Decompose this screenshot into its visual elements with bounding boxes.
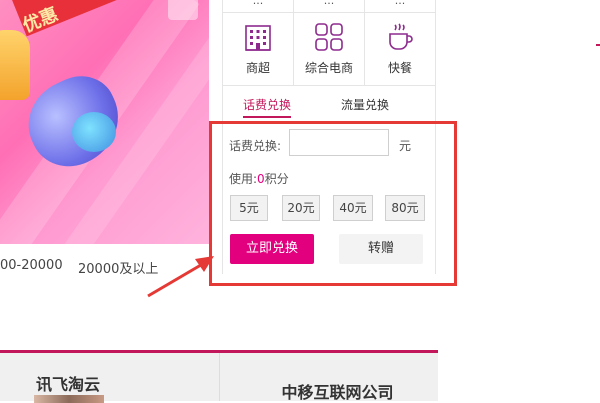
category-cell[interactable]: ... [294,0,365,13]
company-thumbnail [34,395,104,403]
usage-row: 使用:0积分 [229,170,289,187]
unit-label: 元 [399,139,412,153]
exchange-tabs: 话费兑换 流量兑换 [223,92,435,118]
company-name: 讯飞淘云 [36,375,101,394]
category-label: ... [323,0,335,7]
exchange-panel: ... ... ... 商超 综合电商 快餐 话费兑换 流量兑换 话费兑换: 元… [222,0,436,274]
gift-button[interactable]: 转赠 [339,234,423,264]
building-icon [245,25,271,51]
usage-suffix: 积分 [264,172,289,186]
category-label: ... [252,0,264,7]
category-ecommerce[interactable]: 综合电商 [294,13,365,86]
promo-banner[interactable]: 优惠 [0,0,209,244]
banner-corner-control[interactable] [168,0,198,20]
exchange-now-button[interactable]: 立即兑换 [230,234,314,264]
usage-label: 使用: [229,172,258,186]
banner-3d-shape [72,112,116,152]
company-card[interactable]: 中移互联网公司 [219,353,438,402]
tab-data-credit[interactable]: 流量兑换 [341,96,389,113]
category-supermarket[interactable]: 商超 [223,13,294,86]
amount-chip-5[interactable]: 5元 [230,195,268,221]
exchange-form: 话费兑换: 元 使用:0积分 5元 20元 40元 80元 立即兑换 转赠 [223,120,435,274]
amount-chip-80[interactable]: 80元 [385,195,425,221]
recharge-label: 话费兑换: [229,139,282,153]
recharge-amount-input[interactable] [289,129,389,156]
category-label: 商超 [245,61,270,75]
category-fastfood[interactable]: 快餐 [365,13,435,86]
coffee-cup-icon [389,23,413,50]
amount-chip-20[interactable]: 20元 [282,195,320,221]
category-label: 综合电商 [304,61,353,75]
category-row: 商超 综合电商 快餐 [223,13,435,86]
trophy-decoration [0,30,30,100]
edge-accent [596,44,600,46]
amount-chip-40[interactable]: 40元 [333,195,373,221]
category-row-top: ... ... ... [223,0,435,13]
company-card[interactable]: 讯飞淘云 [0,353,220,403]
tab-phone-credit[interactable]: 话费兑换 [243,96,292,118]
category-label: 快餐 [387,61,412,75]
grid-icon [315,23,343,51]
category-cell[interactable]: ... [365,0,435,13]
company-list: 讯飞淘云 中移互联网公司 [0,353,438,403]
usage-points: 0 [257,172,265,186]
category-cell[interactable]: ... [223,0,294,13]
company-name: 中移互联网公司 [281,383,394,402]
range-label: 00-20000 [0,258,63,273]
range-label: 20000及以上 [78,262,159,277]
category-label: ... [394,0,406,7]
